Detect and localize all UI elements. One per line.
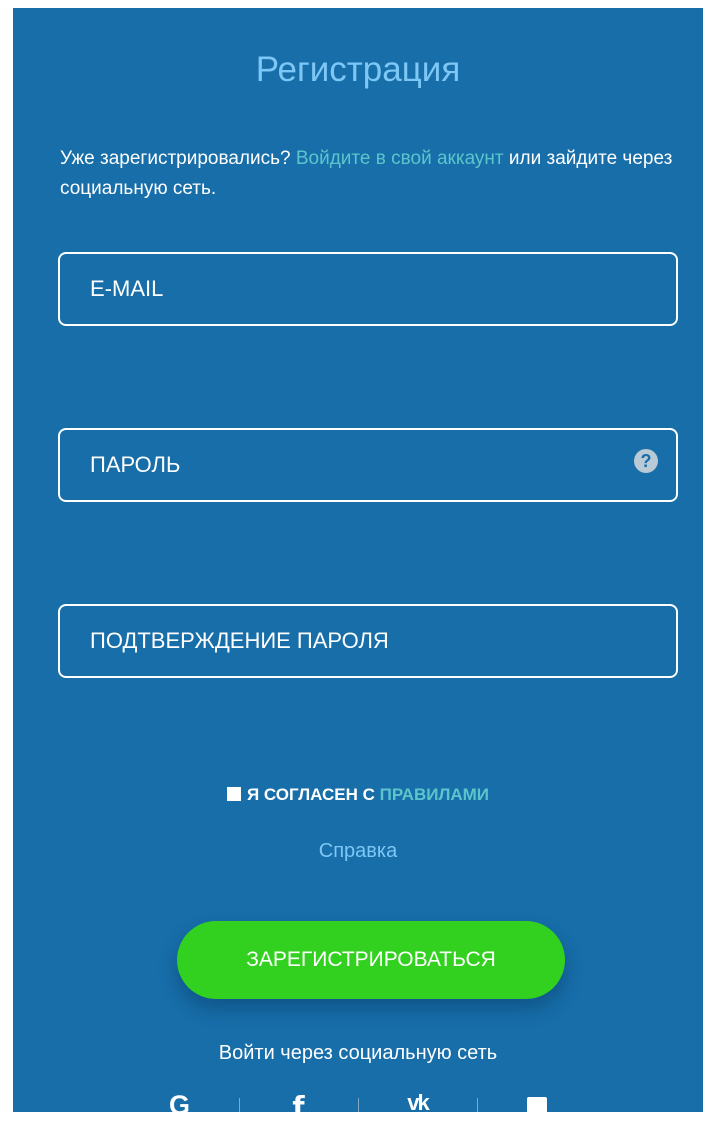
- rules-link[interactable]: ПРАВИЛАМИ: [380, 785, 489, 804]
- page-title: Регистрация: [255, 50, 461, 89]
- registration-panel: Регистрация Уже зарегистрировались? Войд…: [13, 8, 703, 1112]
- facebook-icon[interactable]: f: [269, 1090, 329, 1112]
- social-icons-row: G f vk: [13, 1090, 703, 1112]
- help-question-icon[interactable]: ?: [634, 449, 658, 473]
- intro-text: Уже зарегистрировались? Войдите в свой а…: [60, 144, 690, 204]
- agree-row: Я СОГЛАСЕН С ПРАВИЛАМИ: [13, 785, 703, 805]
- email-field[interactable]: [60, 254, 676, 324]
- login-link[interactable]: Войдите в свой аккаунт: [296, 148, 504, 169]
- social-login-label: Войти через социальную сеть: [218, 1042, 498, 1064]
- divider: [357, 1098, 359, 1112]
- vk-icon[interactable]: vk: [388, 1090, 448, 1112]
- email-field-box: [58, 252, 678, 326]
- register-button[interactable]: ЗАРЕГИСТРИРОВАТЬСЯ: [177, 921, 565, 999]
- confirm-password-field-box: [58, 604, 678, 678]
- help-link[interactable]: Справка: [13, 840, 703, 863]
- chat-icon[interactable]: [507, 1090, 567, 1112]
- password-field[interactable]: [60, 430, 676, 500]
- google-icon[interactable]: G: [150, 1090, 210, 1112]
- divider: [238, 1098, 240, 1112]
- confirm-password-field[interactable]: [60, 606, 676, 676]
- agree-checkbox[interactable]: [226, 787, 241, 801]
- divider: [476, 1098, 478, 1112]
- password-field-box: ?: [58, 428, 678, 502]
- agree-label: Я СОГЛАСЕН С: [246, 785, 380, 804]
- intro-prefix: Уже зарегистрировались?: [60, 148, 296, 169]
